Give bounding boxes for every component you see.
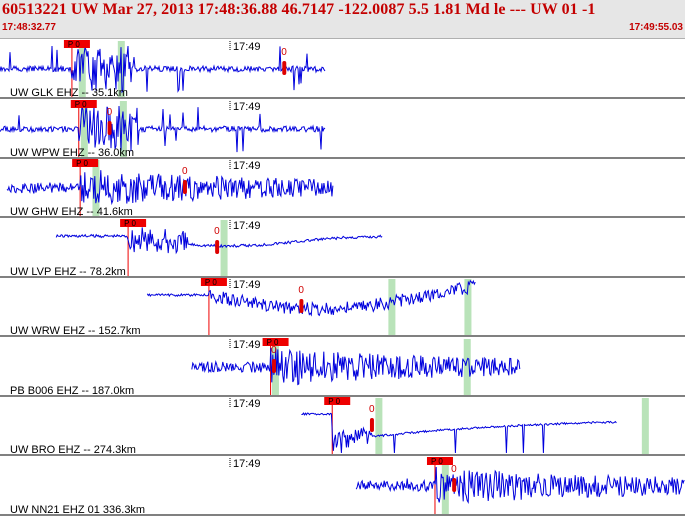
amplitude-marker-label: 0 — [107, 107, 113, 118]
window-band — [388, 279, 396, 335]
minute-tick-label: 17:49 — [233, 41, 261, 53]
amplitude-marker-label: 0 — [281, 47, 287, 58]
amplitude-marker[interactable] — [215, 240, 220, 254]
amplitude-marker[interactable] — [299, 299, 304, 313]
amplitude-marker-label: 0 — [298, 285, 304, 296]
amplitude-marker-label: 0 — [451, 464, 457, 475]
trace-label: UW WPW EHZ -- 36.0km — [10, 147, 134, 159]
trace-label: UW WRW EHZ -- 152.7km — [10, 325, 141, 337]
minute-tick-label: 17:49 — [233, 458, 261, 470]
waveform-trace — [0, 45, 326, 94]
pick-marker-label: P 0 — [205, 278, 217, 287]
minute-tick-label: 17:49 — [233, 279, 261, 291]
pick-marker-label: P 0 — [328, 397, 340, 406]
minute-tick-label: 17:49 — [233, 160, 261, 172]
trace-label: PB B006 EHZ -- 187.0km — [10, 385, 134, 397]
seismogram-panel[interactable]: P 0017:49UW GLK EHZ -- 35.1kmP 00 17:49UW… — [0, 39, 685, 518]
trace-label: UW LVP EHZ -- 78.2km — [10, 266, 126, 278]
amplitude-marker[interactable] — [107, 121, 112, 135]
amplitude-marker[interactable] — [272, 359, 276, 373]
amplitude-marker-label: 0 — [369, 404, 375, 415]
window-band — [641, 398, 649, 454]
waveform-trace — [146, 279, 476, 317]
minute-tick-label: 17:49 — [233, 101, 261, 113]
trace-label: UW GLK EHZ -- 35.1km — [10, 87, 128, 99]
amplitude-marker-label: 0 — [214, 226, 220, 237]
trace-label: UW GHW EHZ -- 41.6km — [10, 206, 133, 218]
trace-label: UW NN21 EHZ 01 336.3km — [10, 504, 145, 516]
pick-marker-label: P 0 — [75, 100, 87, 109]
window-end-time: 17:49:55.03 — [629, 22, 683, 33]
amplitude-marker-label: 0 — [182, 166, 188, 177]
pick-marker-label: P 0 — [76, 159, 88, 168]
trace-label: UW BRO EHZ -- 274.3km — [10, 444, 136, 456]
amplitude-marker[interactable] — [182, 180, 187, 194]
pick-marker-label: P 0 — [124, 219, 136, 228]
event-header: 60513221 UW Mar 27, 2013 17:48:36.88 46.… — [0, 0, 685, 39]
waveform-trace — [301, 412, 617, 454]
minute-tick-label: 17:49 — [233, 398, 261, 410]
minute-tick-label: 17:49 — [233, 220, 261, 232]
window-band — [375, 398, 383, 454]
minute-tick-label: 17:49 — [233, 339, 261, 351]
amplitude-marker[interactable] — [452, 478, 457, 492]
waveform-trace — [355, 466, 685, 505]
amplitude-marker-label: 0 — [271, 345, 277, 356]
window-band — [220, 220, 228, 276]
waveform-trace — [0, 105, 326, 153]
pick-marker-label: P 0 — [431, 457, 443, 466]
waveform-trace — [6, 170, 334, 206]
event-title: 60513221 UW Mar 27, 2013 17:48:36.88 46.… — [2, 1, 596, 18]
amplitude-marker[interactable] — [369, 418, 374, 432]
amplitude-marker[interactable] — [282, 61, 287, 75]
window-start-time: 17:48:32.77 — [2, 22, 56, 33]
pick-marker-label: P 0 — [68, 40, 80, 49]
